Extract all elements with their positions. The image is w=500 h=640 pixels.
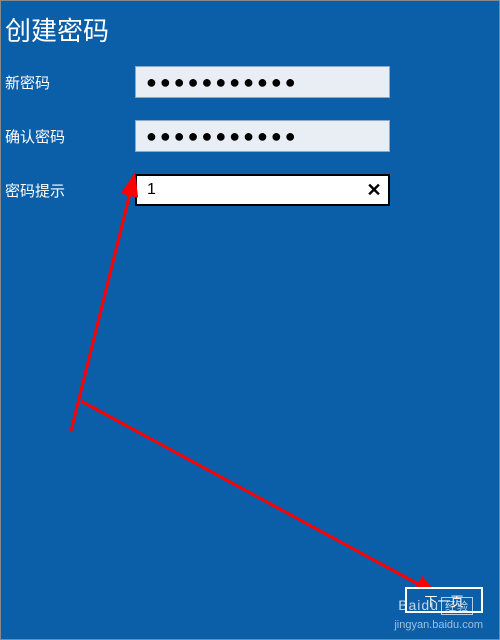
confirm-password-label: 确认密码	[5, 126, 135, 147]
watermark-url: jingyan.baidu.com	[394, 619, 483, 631]
password-hint-row: 密码提示 ✕	[1, 174, 499, 206]
next-button-label: 下一页	[424, 591, 463, 610]
new-password-wrap	[135, 66, 390, 98]
next-button[interactable]: 下一页	[405, 587, 483, 613]
password-hint-label: 密码提示	[5, 180, 135, 201]
confirm-password-row: 确认密码	[1, 120, 499, 152]
clear-hint-button[interactable]: ✕	[362, 178, 386, 202]
new-password-input[interactable]	[135, 66, 390, 98]
new-password-label: 新密码	[5, 72, 135, 93]
new-password-row: 新密码	[1, 66, 499, 98]
confirm-password-wrap	[135, 120, 390, 152]
annotation-arrow-top	[61, 171, 151, 441]
password-hint-input[interactable]	[135, 174, 390, 206]
close-icon: ✕	[366, 180, 381, 201]
annotation-arrow-bottom	[71, 391, 471, 611]
page-title: 创建密码	[1, 1, 499, 66]
password-hint-wrap: ✕	[135, 174, 390, 206]
confirm-password-input[interactable]	[135, 120, 390, 152]
